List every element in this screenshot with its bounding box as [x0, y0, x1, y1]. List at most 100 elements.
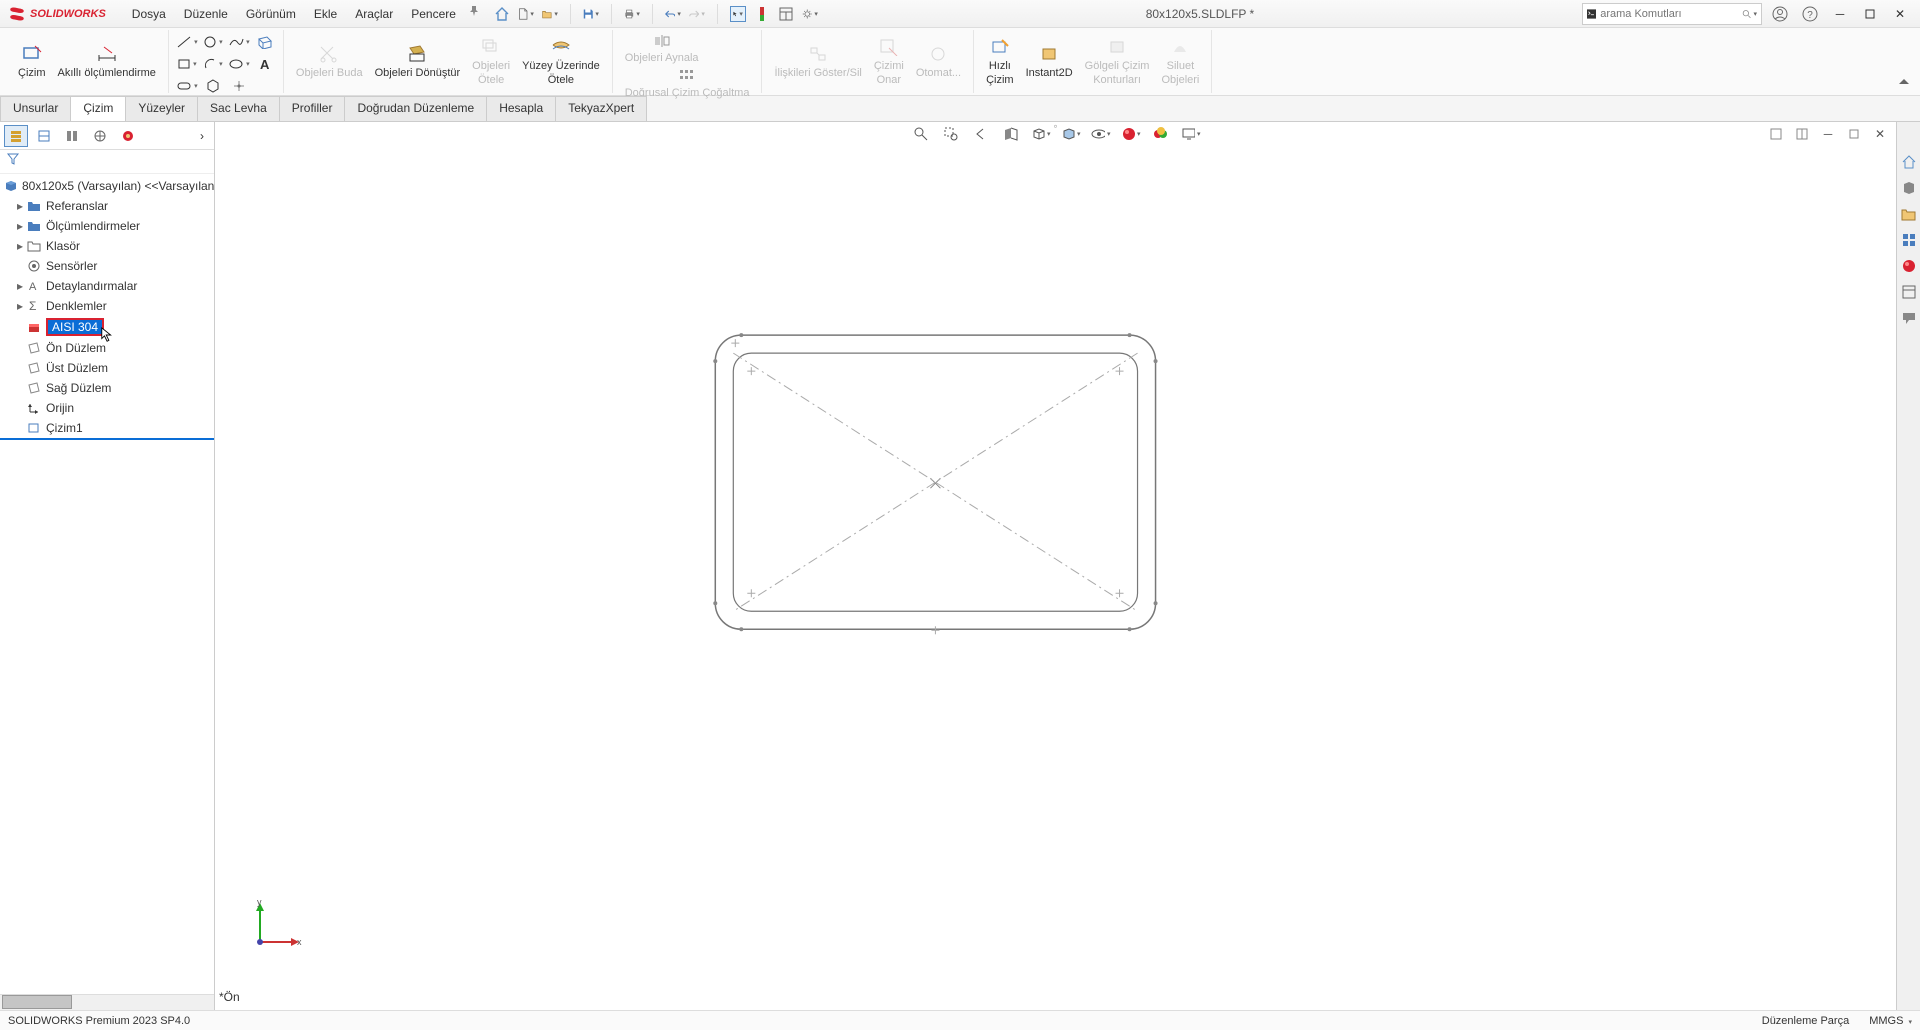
property-manager-tab-icon[interactable]	[32, 125, 56, 147]
expand-icon[interactable]: ▸	[14, 279, 26, 293]
taskpane-home-icon[interactable]	[1899, 152, 1919, 172]
doc-layout1-icon[interactable]	[1766, 124, 1786, 144]
close-button[interactable]: ✕	[1888, 4, 1912, 24]
arc-tool-icon[interactable]: ▾	[201, 54, 225, 74]
zoom-area-icon[interactable]	[941, 124, 961, 144]
undo-icon[interactable]: ▾	[665, 6, 681, 22]
fillet-tool-icon[interactable]	[253, 76, 277, 96]
edit-appearance-icon[interactable]: ▾	[1121, 124, 1141, 144]
section-view-icon[interactable]	[1001, 124, 1021, 144]
save-icon[interactable]: ▾	[583, 6, 599, 22]
panel-horizontal-scrollbar[interactable]	[0, 994, 214, 1010]
tree-item-equations[interactable]: ▸ Σ Denklemler	[0, 296, 214, 316]
expand-icon[interactable]: ▸	[14, 219, 26, 233]
line-tool-icon[interactable]: ▾	[175, 32, 199, 52]
pin-menu-icon[interactable]	[466, 3, 482, 19]
search-icon[interactable]	[1742, 8, 1751, 20]
convert-entities-button[interactable]: Objeleri Dönüştür	[369, 41, 467, 82]
user-account-icon[interactable]	[1768, 4, 1792, 24]
tab-direct-edit[interactable]: Doğrudan Düzenleme	[344, 96, 487, 121]
ribbon-collapse-icon[interactable]	[1894, 71, 1914, 93]
tree-item-references[interactable]: ▸ Referanslar	[0, 196, 214, 216]
tree-item-folder[interactable]: ▸ Klasör	[0, 236, 214, 256]
apply-scene-icon[interactable]	[1151, 124, 1171, 144]
tree-item-right-plane[interactable]: Sağ Düzlem	[0, 378, 214, 398]
doc-maximize-icon[interactable]	[1844, 124, 1864, 144]
taskpane-view-palette-icon[interactable]	[1899, 230, 1919, 250]
tab-features[interactable]: Unsurlar	[0, 96, 71, 121]
sketch-button[interactable]: Çizim	[12, 41, 52, 82]
rectangle-tool-icon[interactable]: ▾	[175, 54, 199, 74]
tree-item-sketch1[interactable]: Çizim1	[0, 418, 214, 440]
configuration-manager-tab-icon[interactable]	[60, 125, 84, 147]
scrollbar-thumb[interactable]	[2, 995, 72, 1009]
rebuild-icon[interactable]	[754, 6, 770, 22]
display-style-icon[interactable]: ▾	[1061, 124, 1081, 144]
plane-tool-icon[interactable]	[253, 32, 277, 52]
view-triad[interactable]: y x	[245, 897, 305, 960]
graphics-area[interactable]: ◦ ▾ ▾ ▾ ▾ ▾ ─ ✕	[215, 122, 1896, 1010]
tree-item-sensors[interactable]: Sensörler	[0, 256, 214, 276]
open-doc-icon[interactable]: ▾	[542, 6, 558, 22]
tree-filter-row[interactable]	[0, 150, 214, 174]
status-units[interactable]: MMGS ▾	[1869, 1015, 1912, 1027]
view-settings-icon[interactable]: ▾	[1181, 124, 1201, 144]
tree-item-front-plane[interactable]: Ön Düzlem	[0, 338, 214, 358]
command-search-box[interactable]: ▾	[1582, 3, 1762, 25]
menu-tools[interactable]: Araçlar	[347, 3, 401, 25]
circle-tool-icon[interactable]: ▾	[201, 32, 225, 52]
slot-tool-icon[interactable]: ▾	[175, 76, 199, 96]
tree-item-annotations[interactable]: ▸ A Detaylandırmalar	[0, 276, 214, 296]
tab-sheetmetal[interactable]: Sac Levha	[197, 96, 280, 121]
tree-item-top-plane[interactable]: Üst Düzlem	[0, 358, 214, 378]
tab-surfaces[interactable]: Yüzeyler	[125, 96, 198, 121]
help-icon[interactable]: ?	[1798, 4, 1822, 24]
tree-root[interactable]: 80x120x5 (Varsayılan) <<Varsayılan>	[0, 176, 214, 196]
view-orientation-icon[interactable]: ▾	[1031, 124, 1051, 144]
home-icon[interactable]	[494, 6, 510, 22]
taskpane-resources-icon[interactable]	[1899, 178, 1919, 198]
maximize-button[interactable]	[1858, 4, 1882, 24]
menu-edit[interactable]: Düzenle	[176, 3, 236, 25]
taskpane-library-icon[interactable]	[1899, 204, 1919, 224]
doc-minimize-icon[interactable]: ─	[1818, 124, 1838, 144]
options-gear-icon[interactable]: ▾	[802, 6, 818, 22]
tree-item-origin[interactable]: Orijin	[0, 398, 214, 418]
command-search-input[interactable]	[1600, 8, 1742, 20]
menu-window[interactable]: Pencere	[403, 3, 464, 25]
display-manager-tab-icon[interactable]	[116, 125, 140, 147]
tab-evaluate[interactable]: Hesapla	[486, 96, 556, 121]
sketch-canvas[interactable]	[215, 150, 1896, 920]
zoom-fit-icon[interactable]	[911, 124, 931, 144]
expand-icon[interactable]: ▸	[14, 199, 26, 213]
taskpane-forum-icon[interactable]	[1899, 308, 1919, 328]
select-cursor-icon[interactable]: ▾	[730, 6, 746, 22]
point-tool-icon[interactable]	[227, 76, 251, 96]
doc-layout2-icon[interactable]	[1792, 124, 1812, 144]
print-icon[interactable]: ▾	[624, 6, 640, 22]
previous-view-icon[interactable]	[971, 124, 991, 144]
smart-dimension-button[interactable]: Akıllı ölçümlendirme	[52, 41, 162, 82]
polygon-tool-icon[interactable]	[201, 76, 225, 96]
instant2d-button[interactable]: Instant2D	[1020, 41, 1079, 82]
tab-tekyazxpert[interactable]: TekyazXpert	[555, 96, 647, 121]
offset-surface-button[interactable]: Yüzey Üzerinde Ötele	[516, 34, 606, 88]
expand-icon[interactable]: ▸	[14, 299, 26, 313]
taskpane-properties-icon[interactable]	[1899, 282, 1919, 302]
minimize-button[interactable]: ─	[1828, 4, 1852, 24]
menu-file[interactable]: Dosya	[124, 3, 174, 25]
menu-view[interactable]: Görünüm	[238, 3, 304, 25]
tab-profiles[interactable]: Profiller	[279, 96, 346, 121]
hide-show-icon[interactable]: ▾	[1091, 124, 1111, 144]
dimxpert-manager-tab-icon[interactable]	[88, 125, 112, 147]
search-dropdown-icon[interactable]: ▾	[1753, 10, 1757, 18]
menu-insert[interactable]: Ekle	[306, 3, 345, 25]
feature-manager-tab-icon[interactable]	[4, 125, 28, 147]
tree-item-material[interactable]: AISI 304	[0, 316, 214, 338]
properties-icon[interactable]	[778, 6, 794, 22]
panel-tabs-more-icon[interactable]: ›	[194, 127, 210, 145]
quick-sketch-button[interactable]: Hızlı Çizim	[980, 34, 1020, 88]
taskpane-appearances-icon[interactable]	[1899, 256, 1919, 276]
new-doc-icon[interactable]: ▾	[518, 6, 534, 22]
spline-tool-icon[interactable]: ▾	[227, 32, 251, 52]
